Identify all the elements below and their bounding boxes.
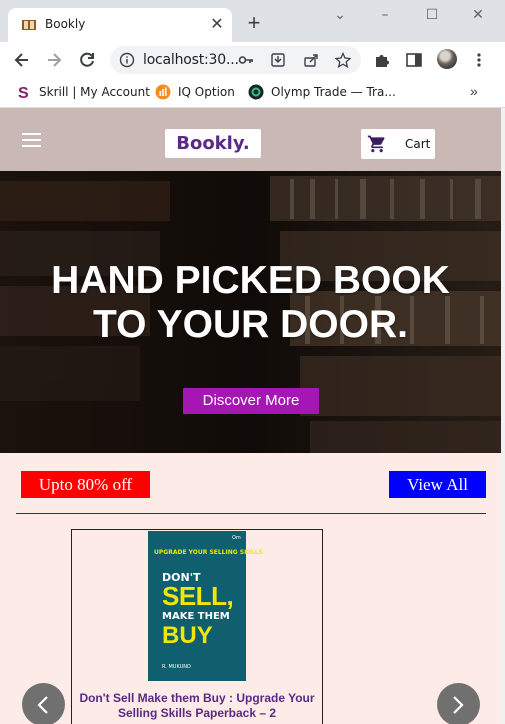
tab-title: Bookly xyxy=(45,17,86,31)
svg-text:S: S xyxy=(18,85,29,100)
side-panel-icon[interactable] xyxy=(405,51,423,69)
hamburger-menu-icon[interactable] xyxy=(22,133,41,147)
page-viewport: Bookly. Cart HAND PICKED BOOK TO YOUR DO… xyxy=(0,108,501,724)
bookmark-label: IQ Option xyxy=(178,85,235,99)
cart-icon xyxy=(367,135,385,153)
hero-title-line-1: HAND PICKED BOOK xyxy=(51,259,450,302)
cart-button[interactable]: Cart xyxy=(361,129,435,159)
page-scrollbar[interactable] xyxy=(501,108,505,724)
maximize-icon[interactable]: ☐ xyxy=(417,4,447,26)
book-card[interactable]: Om UPGRADE YOUR SELLING SKILLS DON'T SEL… xyxy=(71,529,323,724)
share-icon[interactable] xyxy=(303,52,319,68)
site-logo[interactable]: Bookly. xyxy=(165,129,261,158)
iqoption-icon xyxy=(155,84,171,100)
forward-icon[interactable] xyxy=(44,50,64,70)
url-text: localhost:30... xyxy=(143,52,239,68)
skrill-icon: S xyxy=(18,85,29,100)
tab-close-icon[interactable]: ✕ xyxy=(207,15,227,35)
cover-line-4: BUY xyxy=(162,622,213,649)
browser-toolbar: localhost:30... xyxy=(0,42,505,78)
bookmark-label: Olymp Trade — Tra... xyxy=(271,85,396,99)
cart-label: Cart xyxy=(405,137,431,151)
discount-badge: Upto 80% off xyxy=(21,471,150,498)
browser-menu-icon[interactable] xyxy=(470,51,488,69)
site-info-icon[interactable] xyxy=(119,52,135,68)
cover-tagline: UPGRADE YOUR SELLING SKILLS xyxy=(154,549,263,556)
minimize-icon[interactable]: – xyxy=(370,4,400,26)
cover-line-2: SELL, xyxy=(162,581,234,611)
carousel-next-button[interactable] xyxy=(437,683,480,724)
hero-title-line-2: TO YOUR DOOR. xyxy=(93,303,408,346)
address-bar[interactable]: localhost:30... xyxy=(110,46,361,74)
install-app-icon[interactable] xyxy=(270,52,286,68)
cover-author: R. MUKUND xyxy=(162,664,191,670)
chevron-right-icon xyxy=(453,696,464,714)
close-window-icon[interactable]: ✕ xyxy=(463,4,493,26)
key-icon[interactable] xyxy=(238,52,254,68)
bookmarks-bar: S Skrill | My Account IQ Option Olymp Tr… xyxy=(0,78,505,108)
discover-more-button[interactable]: Discover More xyxy=(183,388,319,414)
browser-tabstrip: Bookly ✕ + ⌄ – ☐ ✕ xyxy=(0,0,505,42)
new-tab-icon[interactable]: + xyxy=(242,12,266,36)
olymptrade-icon xyxy=(248,84,264,100)
profile-avatar[interactable] xyxy=(437,49,457,69)
reload-icon[interactable] xyxy=(77,50,97,70)
section-divider xyxy=(16,513,486,514)
book-title[interactable]: Don't Sell Make them Buy : Upgrade Your … xyxy=(78,691,316,721)
more-bookmarks-icon[interactable]: » xyxy=(470,83,478,99)
hero-title: HAND PICKED BOOK TO YOUR DOOR. xyxy=(0,259,501,347)
book-favicon-icon xyxy=(22,20,36,30)
back-icon[interactable] xyxy=(12,50,32,70)
extensions-icon[interactable] xyxy=(373,51,391,69)
tab-search-icon[interactable]: ⌄ xyxy=(325,4,355,26)
cover-line-3: MAKE THEM xyxy=(162,611,230,622)
chevron-left-icon xyxy=(37,696,48,714)
carousel-prev-button[interactable] xyxy=(22,683,65,724)
browser-tab-bookly[interactable]: Bookly ✕ xyxy=(8,8,232,42)
book-cover-image[interactable]: Om UPGRADE YOUR SELLING SKILLS DON'T SEL… xyxy=(148,531,263,681)
bookmark-label: Skrill | My Account xyxy=(39,85,150,99)
cover-publisher: Om xyxy=(232,535,241,541)
offers-section: Upto 80% off View All Om UPGRADE YOUR SE… xyxy=(0,453,501,724)
view-all-button[interactable]: View All xyxy=(389,471,486,498)
site-header: Bookly. Cart xyxy=(0,108,501,171)
bookmark-star-icon[interactable] xyxy=(335,52,351,68)
